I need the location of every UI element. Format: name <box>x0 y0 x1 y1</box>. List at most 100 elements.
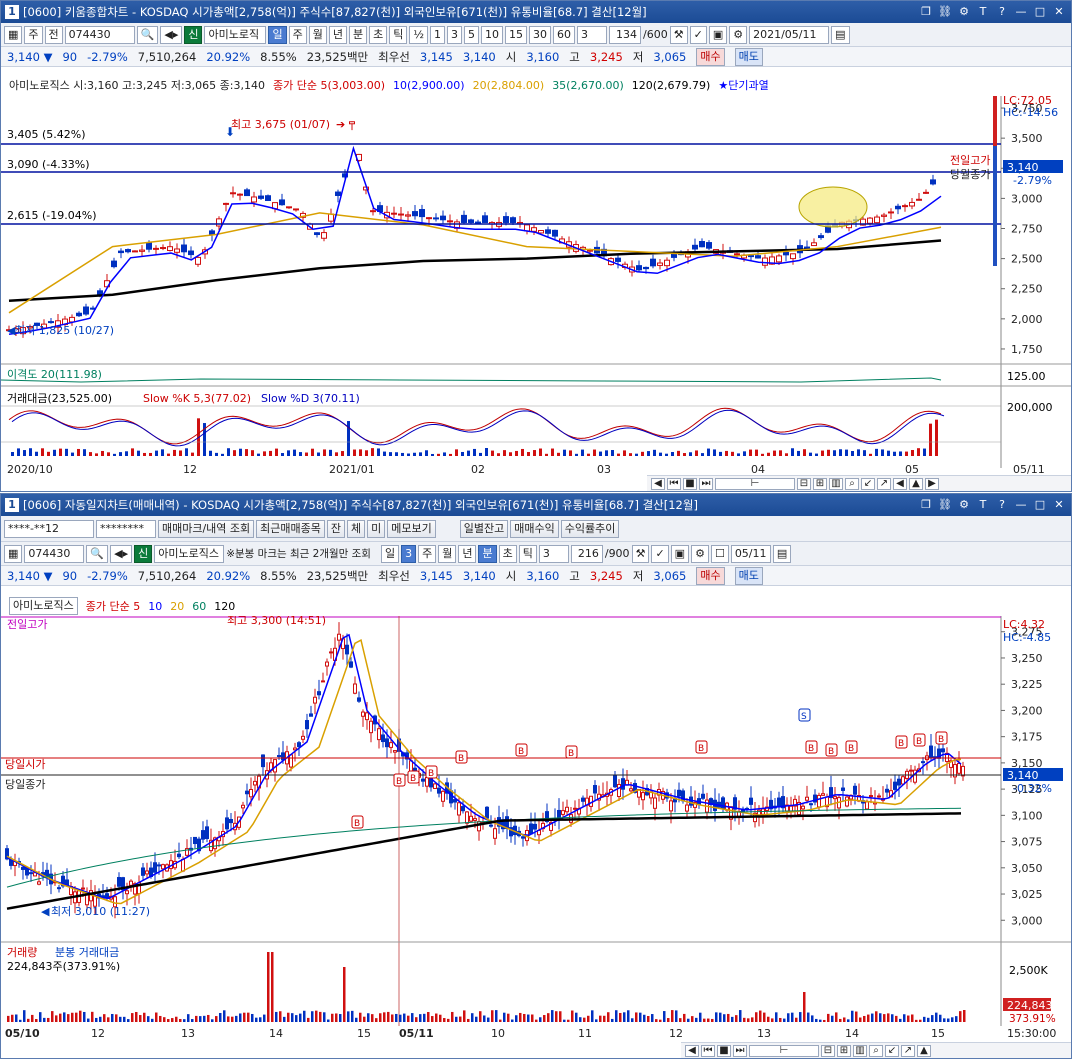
top-scrollbar[interactable]: ◀ ⏮ ■ ⏭ ⊢ ⊟ ⊞ ▥ ⌕ ↙ ↗ ◀ ▲ ▶ <box>647 475 1071 491</box>
daily-balance-button[interactable]: 일별잔고 <box>459 519 509 538</box>
minimize-icon[interactable]: — <box>1013 4 1029 20</box>
maximize-icon[interactable]: □ <box>1032 497 1048 513</box>
minimize-icon[interactable]: — <box>1013 497 1029 513</box>
grid-icon[interactable]: ▦ <box>4 544 23 563</box>
link-icon[interactable]: ⛓ <box>937 497 953 513</box>
top-price-chart[interactable]: 3,405 (5.42%) 3,090 (-4.33%) 2,615 (-19.… <box>1 96 1071 468</box>
num-10[interactable]: 10 <box>481 25 504 44</box>
period-select[interactable]: 주 <box>24 25 43 44</box>
close-icon[interactable]: ✕ <box>1051 4 1067 20</box>
gear-icon[interactable]: ⚙ <box>691 544 709 563</box>
account-select[interactable]: ****-**12 <box>4 519 94 538</box>
tools-icon[interactable]: ⚒ <box>631 544 650 563</box>
chart-type-icon[interactable]: ▥ <box>853 1044 867 1057</box>
search-icon[interactable]: 🔍 <box>86 544 109 563</box>
up-icon[interactable]: ▲ <box>917 1044 931 1057</box>
interval-select[interactable]: 3 <box>577 25 608 44</box>
grid-icon[interactable]: ▦ <box>4 25 23 44</box>
maximize-icon[interactable]: □ <box>1032 4 1048 20</box>
shrink-icon[interactable]: ↙ <box>885 1044 899 1057</box>
scroll-left-icon[interactable]: ◀ <box>685 1044 699 1057</box>
scroll-left-icon[interactable]: ◀ <box>651 477 665 490</box>
chart-check-icon[interactable]: ✓ <box>651 544 669 563</box>
zoom-in-icon[interactable]: ⊞ <box>837 1044 851 1057</box>
tab-day[interactable]: 일 <box>380 544 400 563</box>
gear-icon[interactable]: ⚙ <box>729 25 748 44</box>
left-end-icon[interactable]: ◀ <box>893 477 907 490</box>
restore-icon[interactable]: ❐ <box>918 497 934 513</box>
date-input[interactable]: 05/11 <box>730 544 771 563</box>
recent-trade-button[interactable]: 최근매매종목 <box>256 519 325 538</box>
help-icon[interactable]: ? <box>994 497 1010 513</box>
count-input[interactable]: 216 <box>570 544 603 563</box>
date-checkbox[interactable]: ☐ <box>710 544 729 563</box>
zoom-out-icon[interactable]: ⊟ <box>797 477 811 490</box>
last-icon[interactable]: ⏭ <box>733 1044 747 1057</box>
tab-tick[interactable]: 틱 <box>389 25 408 44</box>
bottom-scrollbar[interactable]: ◀ ⏮ ■ ⏭ ⊢ ⊟ ⊞ ▥ ⌕ ↙ ↗ ▲ <box>681 1042 1071 1058</box>
num-15[interactable]: 15 <box>505 25 528 44</box>
save-icon[interactable]: ▣ <box>670 544 690 563</box>
num-3[interactable]: 3 <box>447 25 463 44</box>
count-input[interactable]: 134 <box>609 25 642 44</box>
chart-type-icon[interactable]: ▥ <box>829 477 843 490</box>
save-icon[interactable]: ▣ <box>708 25 728 44</box>
restore-icon[interactable]: ❐ <box>918 4 934 20</box>
zoom-in-icon[interactable]: ⊞ <box>813 477 827 490</box>
first-icon[interactable]: ⏮ <box>667 477 681 490</box>
scroll-thumb[interactable]: ⊢ <box>715 477 795 490</box>
profit-button[interactable]: 매매수익 <box>510 519 559 538</box>
tab-tick[interactable]: 틱 <box>518 544 537 563</box>
magnify-icon[interactable]: ⌕ <box>869 1044 883 1057</box>
tools-icon[interactable]: ⚒ <box>669 25 688 44</box>
num-5[interactable]: 5 <box>464 25 480 44</box>
password-input[interactable]: ******** <box>96 519 156 538</box>
sell-button[interactable]: 매도 <box>734 566 763 585</box>
tab-year[interactable]: 년 <box>328 25 347 44</box>
up-icon[interactable]: ▲ <box>909 477 923 490</box>
stock-name[interactable]: 아미노로직 <box>204 25 267 44</box>
executed-button[interactable]: 체 <box>347 519 366 538</box>
tab-month[interactable]: 월 <box>308 25 327 44</box>
last-icon[interactable]: ⏭ <box>699 477 713 490</box>
tab-day[interactable]: 일 <box>268 25 287 44</box>
unfilled-button[interactable]: 미 <box>367 519 386 538</box>
zoom-out-icon[interactable]: ⊟ <box>821 1044 835 1057</box>
tab-second[interactable]: 초 <box>498 544 517 563</box>
num-60[interactable]: 60 <box>553 25 576 44</box>
chart-check-icon[interactable]: ✓ <box>689 25 707 44</box>
date-input[interactable]: 2021/05/11 <box>749 25 830 44</box>
memo-button[interactable]: 메모보기 <box>387 519 436 538</box>
tab-week[interactable]: 주 <box>288 25 307 44</box>
speaker-icon[interactable]: ◀▸ <box>110 544 133 563</box>
day-count-select[interactable]: 3 <box>401 544 417 563</box>
first-icon[interactable]: ⏮ <box>701 1044 715 1057</box>
stop-icon[interactable]: ■ <box>717 1044 731 1057</box>
bottom-price-chart[interactable]: 전일고가 당일시가 당일종가 최고 3,300 (14:51) 최저 3,010… <box>1 616 1071 1026</box>
buy-button[interactable]: 매수 <box>696 566 725 585</box>
shrink-icon[interactable]: ↙ <box>861 477 875 490</box>
expand-icon[interactable]: ↗ <box>901 1044 915 1057</box>
tab-minute[interactable]: 분 <box>348 25 368 44</box>
tab-second[interactable]: 초 <box>369 25 388 44</box>
magnify-icon[interactable]: ⌕ <box>845 477 859 490</box>
stock-name-tag[interactable]: 아미노로직스 <box>9 597 78 615</box>
calendar-icon[interactable]: ▤ <box>772 544 792 563</box>
expand-icon[interactable]: ↗ <box>877 477 891 490</box>
top-titlebar[interactable]: 1 [0600] 키움종합차트 - KOSDAQ 시가총액[2,758(억)] … <box>1 1 1071 23</box>
stop-icon[interactable]: ■ <box>683 477 697 490</box>
right-end-icon[interactable]: ▶ <box>925 477 939 490</box>
link-icon[interactable]: ⛓ <box>937 4 953 20</box>
mark-query-button[interactable]: 매매마크/내역 조회 <box>158 519 255 538</box>
speaker-icon[interactable]: ◀▸ <box>160 25 183 44</box>
tab-month[interactable]: 월 <box>438 544 457 563</box>
settings-icon[interactable]: ⚙ <box>956 4 972 20</box>
num-30[interactable]: 30 <box>529 25 552 44</box>
tab-week[interactable]: 주 <box>418 544 437 563</box>
num-1[interactable]: 1 <box>430 25 446 44</box>
text-icon[interactable]: T <box>975 497 991 513</box>
code-input[interactable]: 074430 <box>24 544 85 563</box>
text-icon[interactable]: T <box>975 4 991 20</box>
scroll-thumb[interactable]: ⊢ <box>749 1044 819 1057</box>
return-trend-button[interactable]: 수익률추이 <box>560 519 620 538</box>
